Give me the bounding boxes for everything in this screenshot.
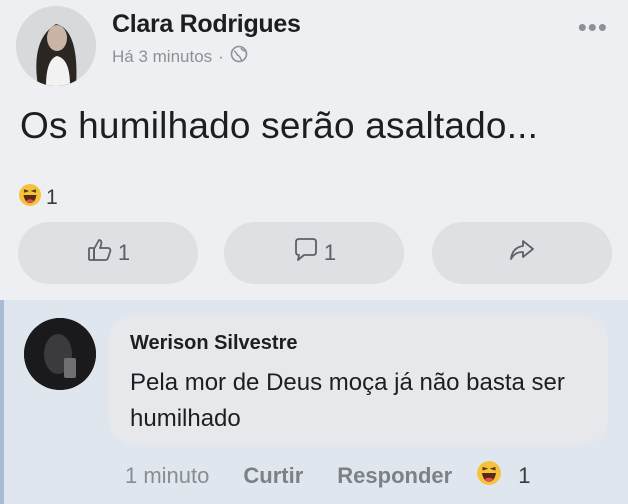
author-name[interactable]: Clara Rodrigues	[112, 10, 301, 39]
share-icon	[508, 236, 536, 270]
comment-reply-button[interactable]: Responder	[337, 463, 452, 489]
comment-bubble: Werison Silvestre Pela mor de Deus moça …	[108, 315, 608, 445]
haha-emoji-icon	[476, 460, 502, 492]
commenter-name[interactable]: Werison Silvestre	[130, 332, 297, 355]
thumbs-up-icon	[86, 236, 114, 270]
globe-icon	[230, 45, 248, 68]
meta-separator: ·	[218, 46, 224, 66]
more-options-icon[interactable]: •••	[578, 12, 608, 43]
like-count: 1	[117, 240, 131, 265]
comment-actions: 1 minuto Curtir Responder 1	[125, 460, 530, 492]
comment-button[interactable]: 1	[224, 222, 404, 284]
post-time[interactable]: Há 3 minutos	[112, 47, 212, 67]
post-text: Os humilhado serão asaltado...	[20, 105, 539, 146]
comment-count: 1	[323, 240, 337, 265]
post-meta: Há 3 minutos ·	[112, 45, 248, 68]
comment-time[interactable]: 1 minuto	[125, 463, 209, 489]
comment-reaction-summary[interactable]: 1	[476, 460, 530, 492]
reaction-count: 1	[46, 186, 58, 209]
comment-text: Pela mor de Deus moça já não basta ser h…	[130, 369, 565, 432]
author-avatar[interactable]	[16, 6, 96, 86]
post-card: Clara Rodrigues Há 3 minutos · ••• Os hu…	[0, 0, 628, 300]
like-button[interactable]: 1	[18, 222, 198, 284]
commenter-avatar[interactable]	[24, 318, 96, 390]
comment-icon	[292, 236, 320, 270]
comment-like-button[interactable]: Curtir	[243, 463, 303, 489]
haha-emoji-icon	[18, 183, 42, 213]
reaction-summary[interactable]: 1	[18, 183, 58, 213]
comment-reaction-count: 1	[518, 463, 531, 488]
share-button[interactable]	[432, 222, 612, 284]
